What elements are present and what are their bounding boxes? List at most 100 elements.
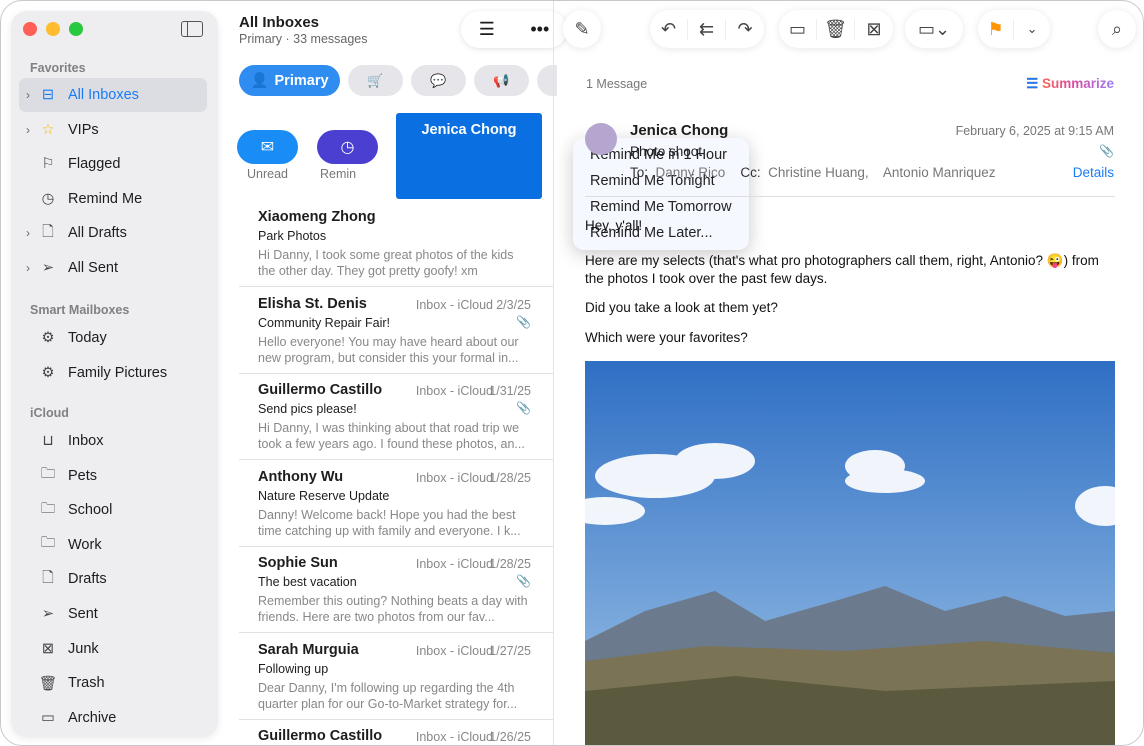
sidebar-item-school[interactable]: 🗀School (19, 493, 207, 527)
reply-all-icon[interactable]: ⇇ (688, 19, 726, 40)
archive-icon[interactable]: ▭ (779, 19, 817, 40)
window-controls (23, 22, 83, 36)
drag-preview: Jenica Chong (396, 113, 542, 199)
chat-bubble-icon: 💬 (430, 73, 446, 89)
sidebar-item-family-pictures[interactable]: ⚙Family Pictures (19, 356, 207, 390)
cc-label: Cc: (740, 165, 760, 180)
sidebar-item-flagged[interactable]: ⚐Flagged (19, 147, 207, 181)
sidebar-toggle-icon[interactable] (181, 21, 203, 37)
unread-action-button[interactable]: ✉ (237, 130, 298, 164)
remind-label: Remind (320, 167, 356, 181)
message-date: 1/26/25 (489, 730, 531, 744)
remind-action-button[interactable]: ◷ (317, 130, 378, 164)
message-subject: Photo shoot (630, 144, 702, 159)
folder-icon: 🗀 (37, 466, 59, 486)
zoom-button[interactable] (69, 22, 83, 36)
message-date: February 6, 2025 at 9:15 AM (956, 124, 1114, 138)
to-recipient[interactable]: Danny Rico (656, 165, 726, 180)
chevron-right-icon[interactable]: › (19, 226, 37, 240)
reply-icon[interactable]: ↶ (650, 19, 688, 40)
message-subject: Send pics please! (258, 402, 357, 416)
sidebar-item-all-inboxes[interactable]: ›⊟All Inboxes (19, 78, 207, 112)
chevron-down-icon[interactable]: ⌄ (1014, 21, 1050, 37)
sender-name: Jenica Chong (630, 122, 728, 139)
sidebar-item-drafts[interactable]: 🗋Drafts (19, 562, 207, 596)
compose-icon[interactable]: ✎ (563, 19, 601, 40)
message-sender: Sophie Sun (258, 555, 338, 571)
cc-recipient[interactable]: Christine Huang, (768, 165, 869, 180)
message-mailbox: Inbox - iCloud (416, 471, 493, 485)
favorites-heading: Favorites (30, 61, 86, 75)
flag-group: ⚑⌄ (978, 10, 1050, 48)
details-link[interactable]: Details (1073, 165, 1114, 180)
sidebar-item-junk[interactable]: ⊠Junk (19, 632, 207, 666)
sidebar-item-sent[interactable]: ➢Sent (19, 597, 207, 631)
sidebar-item-archive[interactable]: ▭Archive (19, 701, 207, 735)
star-icon: ☆ (37, 120, 59, 140)
sidebar-item-pets[interactable]: 🗀 Pets (19, 459, 207, 493)
message-sender: Guillermo Castillo (258, 382, 382, 398)
forward-icon[interactable]: ↷ (726, 19, 764, 40)
sidebar-item-all-drafts[interactable]: ›🗋All Drafts (19, 216, 207, 250)
message-row[interactable]: Sophie SunInbox - iCloud1/28/25The best … (239, 547, 553, 633)
paperplane-icon: ➢ (37, 604, 59, 624)
archive-group: ▭🗑⊠ (779, 10, 893, 48)
reply-group: ↶⇇↷ (650, 10, 764, 48)
sidebar-item-label: Flagged (68, 156, 120, 172)
message-row[interactable]: Guillermo CastilloInbox - iCloud1/31/25S… (239, 374, 553, 460)
search-icon[interactable]: ⌕ (1098, 19, 1136, 40)
tab-primary[interactable]: 👤Primary (239, 65, 340, 96)
chevron-right-icon[interactable]: › (19, 88, 37, 102)
sidebar-item-label: Pets (68, 468, 97, 484)
sidebar-item-vips[interactable]: ›☆ VIPs (19, 113, 207, 147)
message-preview: Hi Danny, I took some great photos of th… (258, 247, 534, 279)
sidebar-item-label: Today (68, 330, 107, 346)
tab-transactions[interactable]: 🛒 (348, 65, 403, 96)
message-sender: Anthony Wu (258, 469, 343, 485)
attachment-icon: 📎 (516, 315, 531, 329)
close-button[interactable] (23, 22, 37, 36)
reading-pane: ✎ ↶⇇↷ ▭🗑⊠ ▭⌄ ⚑⌄ ⌕ 1 Message ☰ Summarize … (553, 1, 1144, 746)
message-row[interactable]: Sarah MurguiaInbox - iCloud1/27/25Follow… (239, 634, 553, 720)
summarize-button[interactable]: ☰ Summarize (1026, 76, 1114, 92)
tray-stack-icon: ⊟ (37, 85, 59, 105)
smart-mailboxes-heading: Smart Mailboxes (30, 303, 129, 317)
document-icon: 🗋 (37, 569, 59, 589)
tab-updates[interactable]: 💬 (411, 65, 466, 96)
minimize-button[interactable] (46, 22, 60, 36)
junk-icon[interactable]: ⊠ (855, 19, 893, 40)
trash-icon[interactable]: 🗑 (817, 19, 855, 40)
sidebar-item-all-sent[interactable]: ›➢All Sent (19, 251, 207, 285)
message-subject: Community Repair Fair! (258, 316, 390, 330)
message-preview: Remember this outing? Nothing beats a da… (258, 593, 534, 625)
sidebar-item-today[interactable]: ⚙Today (19, 321, 207, 355)
paperplane-icon: ➢ (37, 258, 59, 278)
attached-photo[interactable] (585, 361, 1115, 746)
chevron-right-icon[interactable]: › (19, 123, 37, 137)
flag-icon[interactable]: ⚑ (978, 19, 1014, 40)
chevron-right-icon[interactable]: › (19, 261, 37, 275)
message-list: All Inboxes Primary · 33 messages ☰ ••• … (219, 1, 553, 746)
list-title: All Inboxes (239, 14, 319, 31)
body-line: Hey, y'all! (585, 218, 1115, 233)
attachment-icon: 📎 (516, 401, 531, 415)
filter-icon[interactable]: ☰ (479, 19, 495, 40)
message-preview: Hi Danny, I was thinking about that road… (258, 420, 534, 452)
message-row[interactable]: Xiaomeng ZhongPark PhotosHi Danny, I too… (239, 201, 553, 287)
sidebar-item-label: VIPs (68, 122, 99, 138)
message-row[interactable]: Anthony WuInbox - iCloud1/28/25Nature Re… (239, 461, 553, 547)
sidebar-item-trash[interactable]: 🗑Trash (19, 666, 207, 700)
sidebar-item-remind-me[interactable]: ◷Remind Me (19, 182, 207, 216)
cc-recipient[interactable]: Antonio Manriquez (883, 165, 996, 180)
list-toolbar: ☰ ••• (461, 11, 567, 48)
list-subtitle: Primary · 33 messages (239, 32, 368, 46)
folder-icon[interactable]: ▭⌄ (905, 19, 963, 40)
tab-promotions[interactable]: 📢 (474, 65, 529, 96)
sidebar-item-inbox[interactable]: ⊔Inbox (19, 424, 207, 458)
message-row[interactable]: Elisha St. DenisInbox - iCloud2/3/25Comm… (239, 288, 553, 374)
tab-primary-label: Primary (275, 73, 329, 89)
sidebar-item-work[interactable]: 🗀Work (19, 528, 207, 562)
message-row[interactable]: Guillermo CastilloInbox - iCloud1/26/25 (239, 720, 553, 746)
message-mailbox: Inbox - iCloud (416, 644, 493, 658)
more-icon[interactable]: ••• (530, 19, 549, 40)
